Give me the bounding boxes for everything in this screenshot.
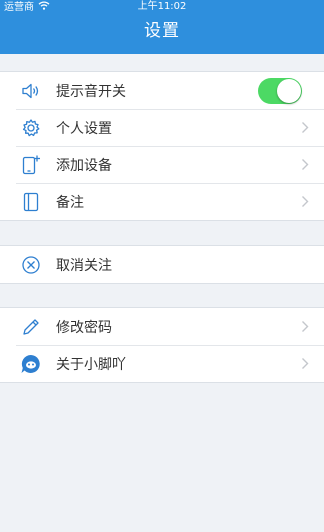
settings-group-general: 提示音开关 个人设置 添加设备 备注 [0,71,324,221]
add-device-label: 添加设备 [56,157,112,174]
speaker-icon [20,80,42,102]
settings-group-unfollow: 取消关注 [0,245,324,284]
sound-toggle-switch[interactable] [258,77,302,104]
page-title: 设置 [144,21,180,41]
about-row[interactable]: 关于小脚吖 [0,345,324,382]
navigation-bar: 运营商 上午11:02 设置 [0,0,324,54]
change-password-row[interactable]: 修改密码 [0,308,324,345]
chevron-right-icon [300,320,310,334]
change-password-label: 修改密码 [56,319,112,336]
note-row[interactable]: 备注 [0,183,324,220]
toggle-knob [277,78,301,103]
add-device-row[interactable]: 添加设备 [0,146,324,183]
chevron-right-icon [300,357,310,371]
pencil-icon [20,316,42,338]
note-icon [20,191,42,213]
sound-toggle-row: 提示音开关 [0,72,324,109]
personal-settings-row[interactable]: 个人设置 [0,109,324,146]
note-label: 备注 [56,194,84,211]
chevron-right-icon [300,195,310,209]
personal-settings-label: 个人设置 [56,120,112,137]
gear-icon [20,117,42,139]
unfollow-label: 取消关注 [56,257,112,274]
chevron-right-icon [300,121,310,135]
cancel-circle-icon [20,254,42,276]
chevron-right-icon [300,158,310,172]
about-label: 关于小脚吖 [56,356,126,373]
app-logo-icon [20,353,42,375]
add-device-icon [20,154,42,176]
unfollow-row[interactable]: 取消关注 [0,246,324,283]
sound-toggle-label: 提示音开关 [56,83,126,100]
status-time: 上午11:02 [137,1,187,12]
settings-screen: 运营商 上午11:02 设置 提示音开关 个人设置 添加设备 备注 取消关注 修… [0,0,324,532]
settings-group-account: 修改密码 关于小脚吖 [0,307,324,383]
